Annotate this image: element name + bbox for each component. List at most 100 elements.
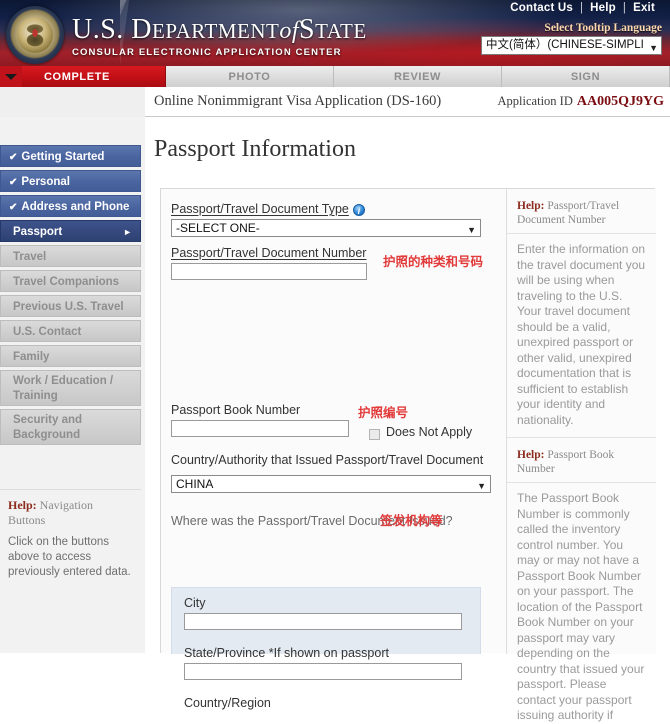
tab-review[interactable]: REVIEW: [334, 66, 502, 87]
sidebar-item-previous-us-travel[interactable]: Previous U.S. Travel: [0, 295, 141, 317]
sidebar-item-personal[interactable]: ✔ Personal: [0, 170, 141, 192]
sidebar-item-security-and-background[interactable]: Security and Background: [0, 409, 141, 445]
check-icon: ✔: [9, 202, 18, 213]
sidebar-help-title: Help: Navigation Buttons: [8, 498, 133, 528]
sidebar-item-address-and-phone[interactable]: ✔ Address and Phone: [0, 195, 141, 217]
document-type-value: -SELECT ONE-: [176, 221, 260, 235]
help-title-prefix: Help:: [517, 449, 545, 461]
field-document-type: Passport/Travel Document Type i -SELECT O…: [171, 202, 481, 237]
annotation-issuing-authority: 签发机构等: [380, 513, 443, 528]
sidebar-item-travel[interactable]: Travel: [0, 245, 141, 267]
tab-sign[interactable]: SIGN: [502, 66, 670, 87]
book-number-label: Passport Book Number: [171, 403, 301, 417]
sidebar-item-label: Travel: [13, 251, 47, 263]
tab-photo[interactable]: PHOTO: [166, 66, 334, 87]
sidebar-item-travel-companions[interactable]: Travel Companions: [0, 270, 141, 292]
site-title-block: U.S. DEPARTMENTofSTATE CONSULAR ELECTRON…: [72, 16, 367, 59]
state-province-input[interactable]: [184, 663, 462, 680]
tab-dropdown-arrow-button[interactable]: [0, 66, 22, 87]
subheader-left-spacer: [0, 87, 145, 117]
help-link[interactable]: Help: [583, 2, 623, 14]
sidebar-item-label: Getting Started: [21, 151, 105, 163]
issuing-country-label: Country/Authority that Issued Passport/T…: [171, 453, 484, 467]
contextual-help-column: Help: Passport/Travel Document Number En…: [506, 189, 656, 722]
application-name: Online Nonimmigrant Visa Application (DS…: [154, 93, 442, 109]
sidebar-item-work-education-training[interactable]: Work / Education / Training: [0, 370, 141, 406]
sidebar-item-passport[interactable]: Passport ►: [0, 220, 141, 242]
help-title-book-number: Help: Passport Book Number: [507, 437, 656, 483]
issuing-country-value: CHINA: [176, 477, 214, 491]
field-city: City: [184, 596, 462, 630]
sidebar-item-getting-started[interactable]: ✔ Getting Started: [0, 145, 141, 167]
document-type-label-text: Passport/Travel Document Type: [171, 202, 349, 216]
tab-complete[interactable]: COMPLETE: [22, 66, 166, 87]
seal-eagle-icon: [19, 20, 51, 48]
help-body-book-number: The Passport Book Number is commonly cal…: [517, 491, 645, 722]
field-issuing-country: Country/Authority that Issued Passport/T…: [171, 453, 491, 493]
progress-tab-bar: COMPLETE PHOTO REVIEW SIGN: [0, 66, 670, 87]
document-number-input[interactable]: [171, 263, 367, 280]
chevron-right-icon: ►: [123, 227, 132, 237]
does-not-apply-label: Does Not Apply: [386, 425, 473, 439]
country-region-label: Country/Region: [184, 696, 271, 710]
issued-location-subgroup: City State/Province *If shown on passpor…: [171, 587, 481, 710]
chevron-down-icon: ▼: [467, 225, 476, 235]
department-title: U.S. DEPARTMENTofSTATE: [72, 16, 367, 44]
sidebar-item-label: Passport: [13, 226, 63, 238]
main-content: Passport Information Passport/Travel Doc…: [145, 117, 670, 722]
department-subtitle: CONSULAR ELECTRONIC APPLICATION CENTER: [72, 47, 342, 58]
does-not-apply-checkbox[interactable]: [369, 429, 380, 440]
tooltip-language-block: Select Tooltip Language 中文(简体）(CHINESE-S…: [481, 22, 662, 55]
city-input[interactable]: [184, 613, 462, 630]
exit-link[interactable]: Exit: [626, 2, 662, 14]
tooltip-language-value: 中文(简体）(CHINESE-SIMPLI: [486, 39, 644, 51]
sidebar-item-label: Security and Background: [13, 414, 83, 441]
sidebar-item-label: Previous U.S. Travel: [13, 301, 124, 313]
chevron-down-icon: ▼: [477, 481, 486, 491]
field-country-region: Country/Region: [184, 696, 462, 710]
sidebar-help-panel: Help: Navigation Buttons Click on the bu…: [0, 489, 141, 588]
top-utility-nav: Contact Us | Help | Exit: [503, 2, 662, 14]
site-banner: Contact Us | Help | Exit U.S. DEPARTMENTofST…: [0, 0, 670, 66]
book-number-input[interactable]: [171, 420, 349, 437]
check-icon: ✔: [9, 177, 18, 188]
info-icon[interactable]: i: [352, 204, 365, 216]
sidebar-item-label: U.S. Contact: [13, 326, 82, 338]
sidebar-help-title-prefix: Help:: [8, 498, 37, 512]
contact-us-link[interactable]: Contact Us: [503, 2, 580, 14]
sidebar-item-label: Family: [13, 351, 50, 363]
state-province-label: State/Province *If shown on passport: [184, 646, 389, 660]
sidebar-help-body: Click on the buttons above to access pre…: [8, 536, 131, 578]
application-subheader: Online Nonimmigrant Visa Application (DS…: [145, 87, 670, 117]
document-number-label: Passport/Travel Document Number: [171, 246, 367, 260]
issued-where-label: Where was the Passport/Travel Document I…: [171, 514, 453, 528]
title-part-4: S: [299, 14, 316, 45]
help-title-prefix: Help:: [517, 200, 545, 212]
issuing-country-select[interactable]: CHINA ▼: [171, 475, 491, 493]
field-state-province: State/Province *If shown on passport: [184, 646, 462, 680]
sidebar-item-label: Travel Companions: [13, 276, 120, 288]
help-body-document-number: Enter the information on the travel docu…: [517, 242, 646, 427]
title-part-3: of: [279, 18, 299, 44]
tooltip-language-label: Select Tooltip Language: [544, 22, 662, 34]
application-id-label: Application ID: [497, 94, 573, 108]
document-type-select[interactable]: -SELECT ONE- ▼: [171, 219, 481, 237]
application-id-value: AA005QJ9YG: [576, 94, 664, 109]
document-type-label: Passport/Travel Document Type i: [171, 202, 481, 216]
sidebar-item-family[interactable]: Family: [0, 345, 141, 367]
us-department-of-state-seal-icon: [6, 6, 64, 64]
chevron-down-icon: ▼: [649, 43, 658, 53]
field-book-number: Passport Book Number Does Not Apply: [171, 403, 481, 440]
tooltip-language-select[interactable]: 中文(简体）(CHINESE-SIMPLI ▼: [481, 36, 662, 55]
issued-where-heading: Where was the Passport/Travel Document I…: [171, 514, 501, 528]
city-label: City: [184, 596, 206, 610]
page-title: Passport Information: [154, 136, 356, 162]
triangle-down-icon: [5, 73, 17, 80]
sidebar-item-us-contact[interactable]: U.S. Contact: [0, 320, 141, 342]
field-document-number: Passport/Travel Document Number: [171, 246, 367, 280]
annotation-doc-type-number: 护照的种类和号码: [383, 254, 484, 269]
title-part-1: U.S. D: [72, 14, 153, 45]
sidebar-item-label: Work / Education / Training: [13, 375, 114, 402]
sidebar-item-label: Address and Phone: [21, 201, 130, 213]
application-id: Application ID AA005QJ9YG: [498, 94, 664, 110]
